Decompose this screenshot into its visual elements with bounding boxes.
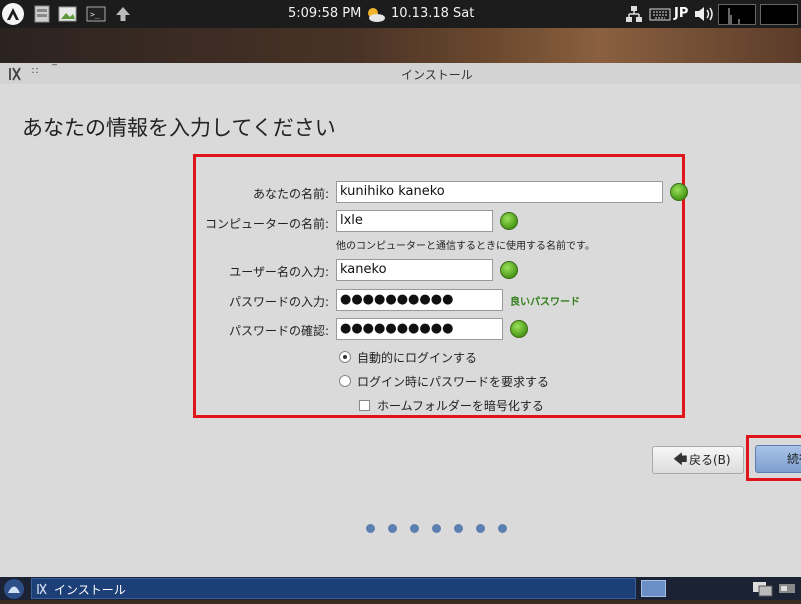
keyboard-icon[interactable] [649,4,671,24]
username-ok-icon [500,261,518,279]
network-icon[interactable] [624,4,644,24]
installer-task-icon [36,581,50,595]
computer-name-input[interactable]: lxle [336,210,493,232]
password-label: パスワードの入力: [228,295,329,309]
keyboard-layout[interactable]: JP [674,6,688,21]
window-title: インストール [401,68,473,82]
progress-step-dot [410,524,419,533]
file-manager-icon[interactable] [32,4,52,24]
lxle-menu-icon[interactable] [2,3,24,25]
computer-name-label: コンピューターの名前: [204,217,329,231]
date[interactable]: 10.13.18 Sat [391,6,474,21]
window-app-icon[interactable] [8,66,26,82]
encrypt-home-checkbox[interactable] [359,400,370,411]
workspace-switcher[interactable] [641,580,666,597]
username-label: ユーザー名の入力: [229,265,329,279]
terminal-icon[interactable]: >_ [86,4,106,24]
progress-step-dot [366,524,375,533]
svg-text:>_: >_ [90,10,100,19]
name-ok-icon [670,183,688,201]
confirm-password-ok-icon [510,320,528,338]
cpu-graph-icon[interactable] [718,4,756,25]
back-button-label: 戻る(B) [689,453,731,467]
image-viewer-icon[interactable] [58,4,78,24]
show-desktop-icon[interactable] [752,579,774,598]
updates-arrow-icon[interactable] [113,4,133,24]
auto-login-label[interactable]: 自動的にログインする [357,349,477,366]
back-button[interactable]: 🡄 戻る(B) [652,446,744,474]
confirm-password-input[interactable]: ●●●●●●●●●● [336,318,503,340]
continue-button[interactable]: 続行 [755,445,801,473]
progress-step-dot [432,524,441,533]
password-input[interactable]: ●●●●●●●●●● [336,289,503,311]
encrypt-home-label[interactable]: ホームフォルダーを暗号化する [377,397,544,414]
top-panel: >_ 5:09:58 PM 10.13.18 Sat JP [0,0,801,29]
window-titlebar[interactable]: ∷ ‾ インストール [0,63,801,84]
volume-icon[interactable] [692,4,716,24]
desktop-wallpaper [0,28,801,64]
require-password-radio[interactable] [339,375,351,387]
progress-step-dot [388,524,397,533]
username-input[interactable]: kaneko [336,259,493,281]
continue-button-label: 続行 [787,452,801,466]
progress-step-dot [476,524,485,533]
window-minimize-icon[interactable]: ‾ [52,64,57,75]
progress-step-dot [498,524,507,533]
back-arrow-icon: 🡄 [673,452,688,468]
clock[interactable]: 5:09:58 PM [288,6,361,21]
window-menu-icon[interactable]: ∷ [32,66,38,77]
weather-icon[interactable] [363,3,387,23]
page-heading: あなたの情報を入力してください [22,116,336,140]
workspace-pager-icon[interactable] [760,4,798,25]
computer-name-ok-icon [500,212,518,230]
taskbar-item-installer[interactable]: インストール [31,578,636,599]
auto-login-radio[interactable] [339,351,351,363]
power-icon[interactable] [778,581,796,596]
computer-name-hint: 他のコンピューターと通信するときに使用する名前です。 [336,241,595,252]
password-strength: 良いパスワード [510,297,580,308]
progress-step-dot [454,524,463,533]
confirm-password-label: パスワードの確認: [228,324,329,338]
start-menu-icon[interactable] [2,578,26,600]
name-label: あなたの名前: [252,187,329,201]
require-password-label[interactable]: ログイン時にパスワードを要求する [357,373,549,390]
name-input[interactable]: kunihiko kaneko [336,181,663,203]
bottom-panel: インストール [0,577,801,600]
installer-window: ∷ ‾ インストール あなたの情報を入力してください あなたの名前: kunih… [0,63,801,577]
taskbar-item-label: インストール [54,583,126,597]
